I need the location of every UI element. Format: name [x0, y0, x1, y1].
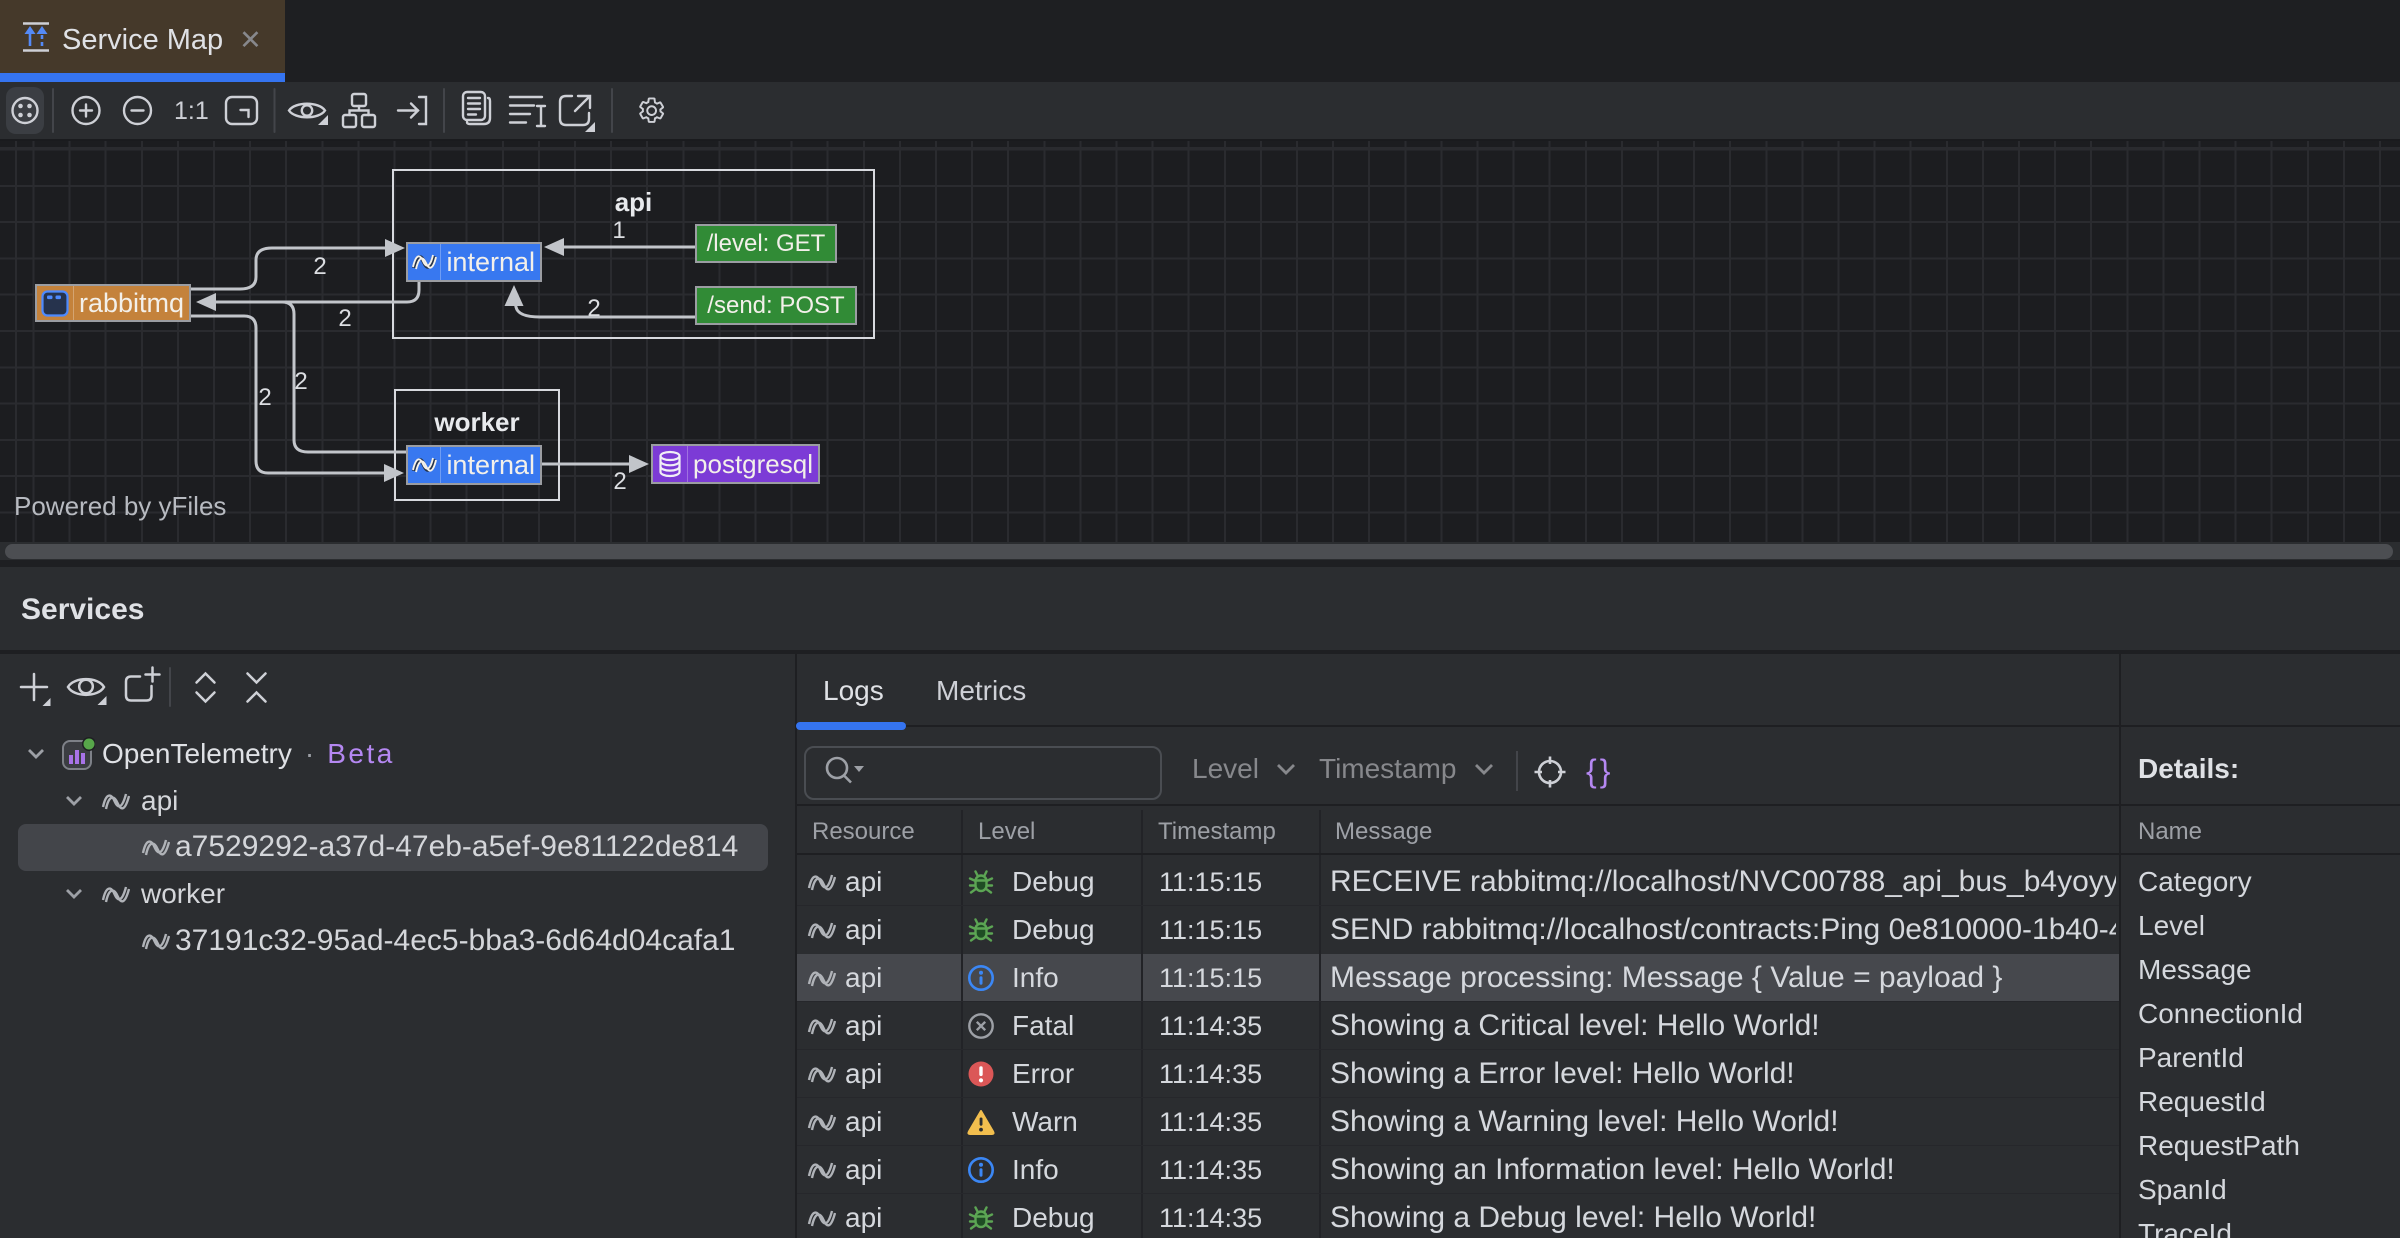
svg-text:2: 2 — [313, 253, 326, 280]
svg-text:1: 1 — [612, 217, 625, 244]
svg-text:2: 2 — [294, 368, 307, 395]
svg-text:2: 2 — [338, 305, 351, 332]
svg-text:2: 2 — [258, 384, 271, 411]
svg-text:2: 2 — [587, 295, 600, 322]
svg-text:1:1: 1:1 — [174, 97, 209, 125]
svg-text:2: 2 — [613, 468, 626, 495]
